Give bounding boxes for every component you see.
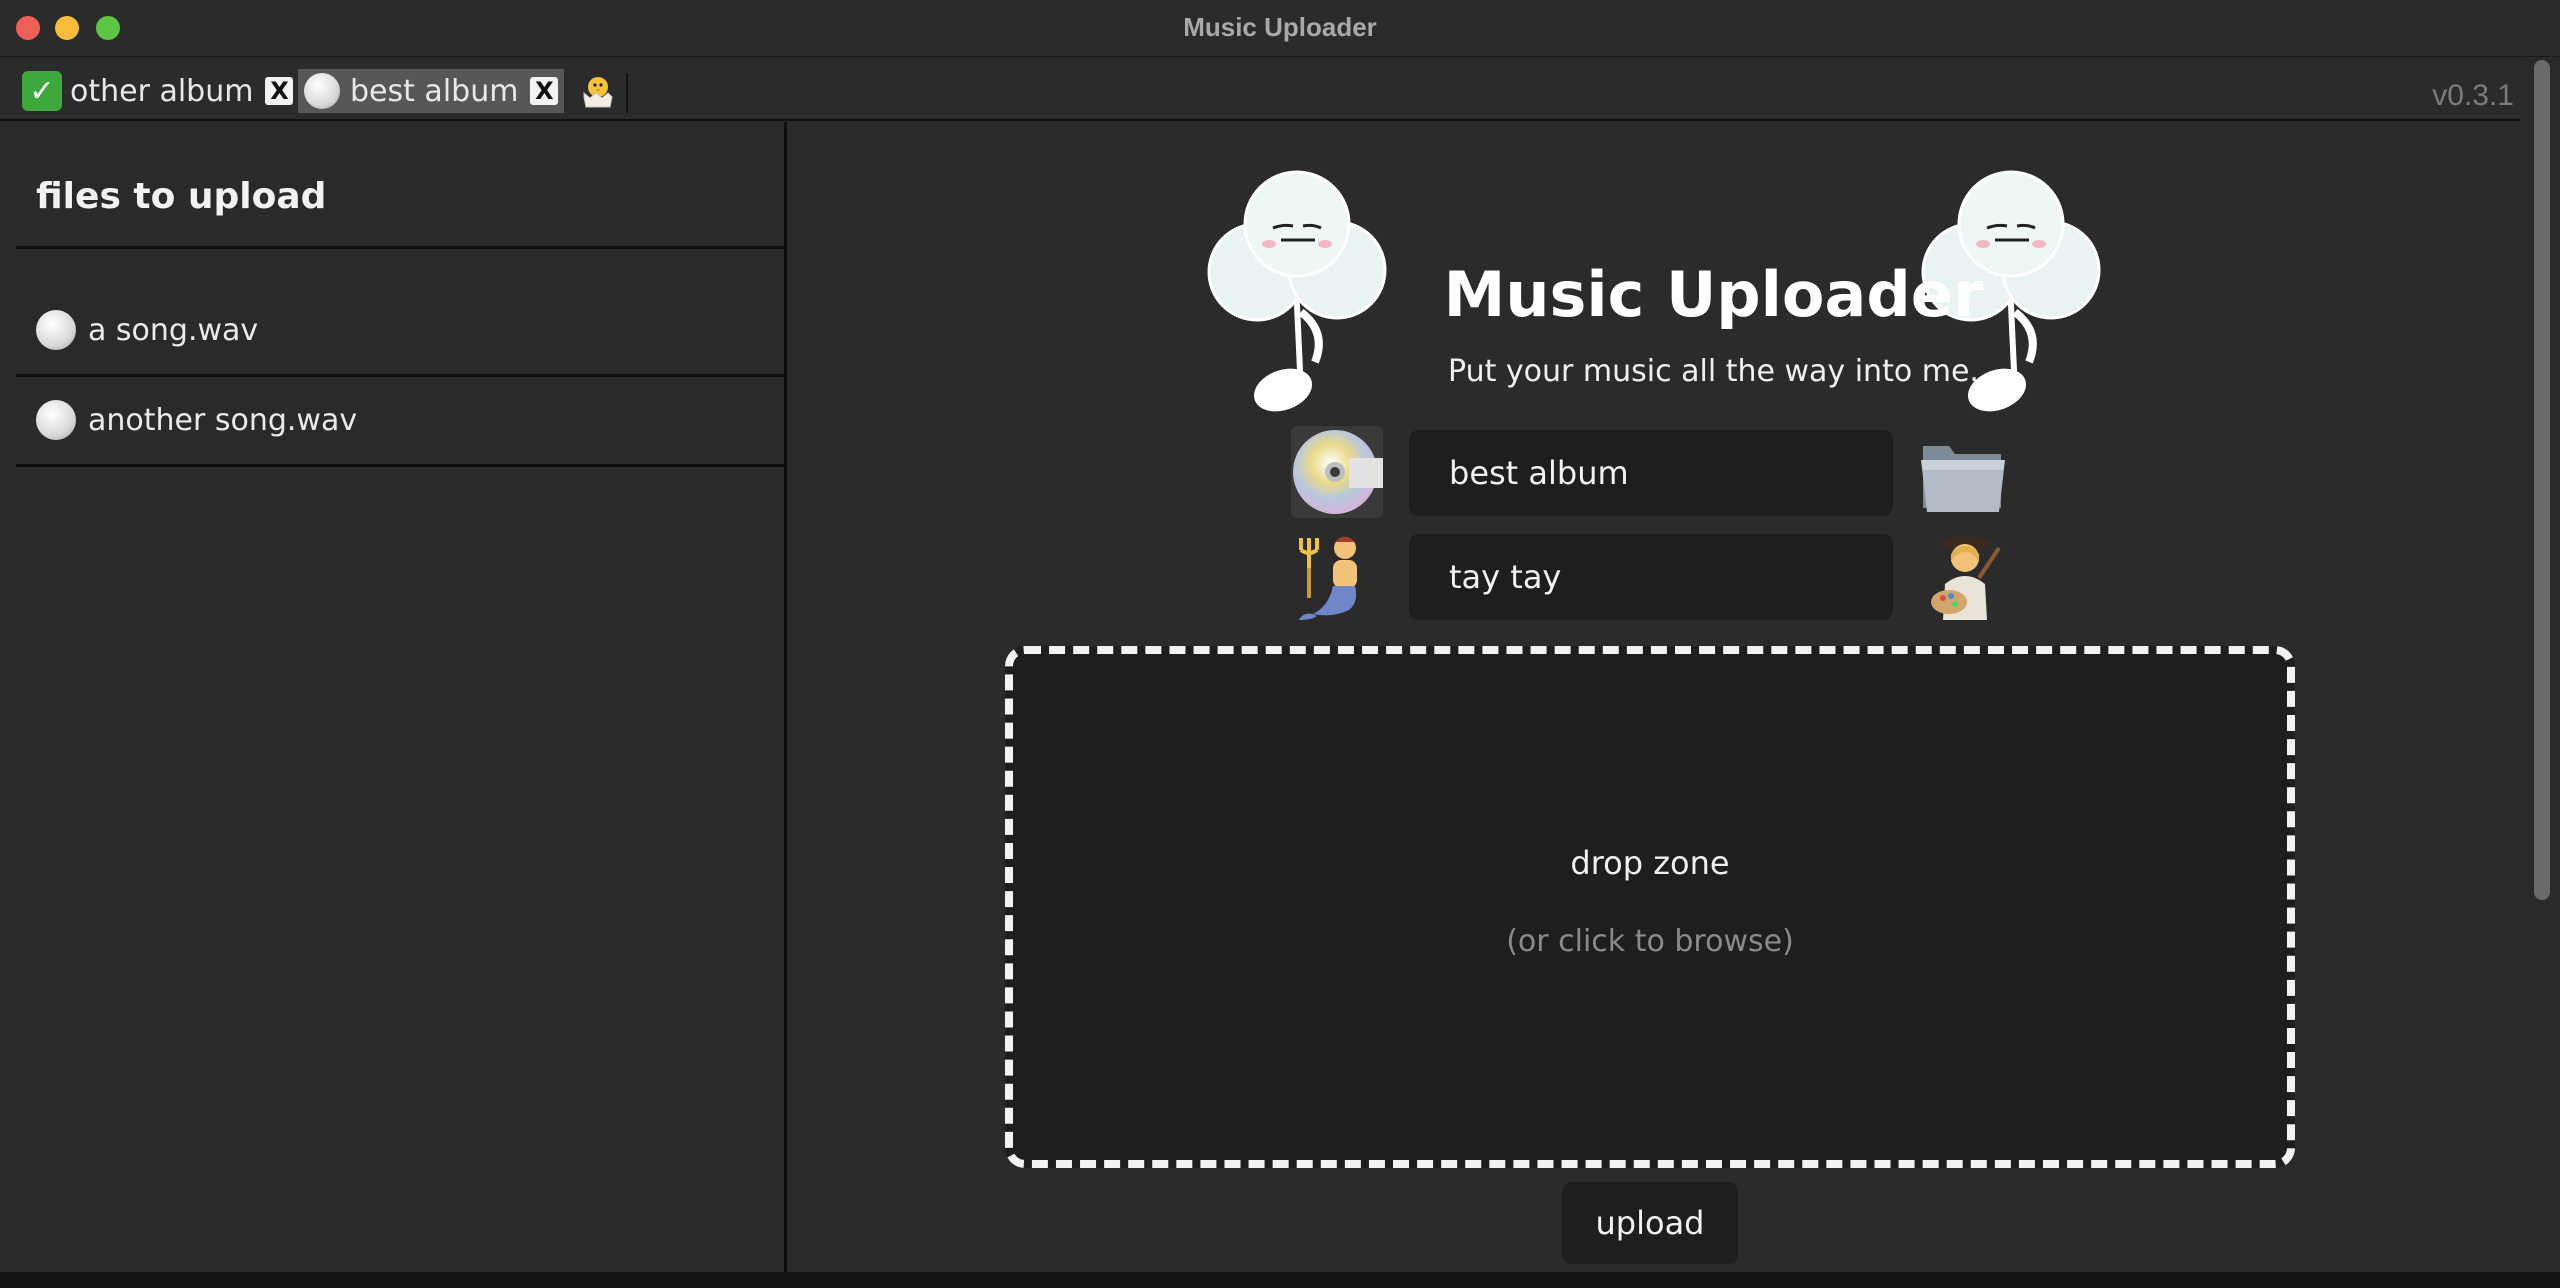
tab-best-album[interactable]: best album X (298, 69, 565, 113)
tab-label: best album (350, 73, 519, 109)
hatching-chick-icon[interactable] (572, 69, 624, 113)
artist-icon (1931, 536, 2001, 620)
close-tab-button[interactable]: X (530, 77, 559, 105)
divider (16, 464, 784, 467)
pending-status-icon (304, 73, 340, 109)
file-name: a song.wav (88, 312, 259, 348)
app-window: Music Uploader ✓ other album X best albu… (0, 0, 2560, 1288)
tab-other-album[interactable]: ✓ other album X (22, 69, 294, 113)
artist-name-input[interactable]: tay tay (1409, 534, 1893, 620)
sidebar-title: files to upload (36, 176, 327, 217)
file-item[interactable]: a song.wav (36, 300, 258, 360)
merman-icon (1299, 537, 1357, 620)
page-title: Music Uploader (1443, 258, 1984, 331)
file-name: another song.wav (88, 402, 358, 438)
drop-zone-title: drop zone (1570, 844, 1730, 882)
title-bar: Music Uploader (0, 0, 2560, 57)
window-bottom-edge (0, 1272, 2560, 1288)
tab-label: other album (70, 73, 254, 109)
main-panel: Music Uploader Put your music all the wa… (787, 122, 2520, 1272)
check-icon: ✓ (22, 71, 62, 111)
tab-bar: ✓ other album X best album X v0.3.1 (0, 57, 2520, 121)
scrollbar[interactable] (2534, 60, 2550, 1270)
drop-zone-hint: (or click to browse) (1506, 924, 1794, 959)
album-name-input[interactable]: best album (1409, 430, 1893, 516)
cd-icon (1291, 426, 1383, 518)
pending-status-icon (36, 310, 76, 350)
sidebar: files to upload a song.wav another song.… (16, 122, 787, 1272)
upload-button[interactable]: upload (1562, 1182, 1738, 1264)
divider (16, 374, 784, 377)
version-label: v0.3.1 (2432, 79, 2514, 112)
tab-separator (626, 73, 628, 113)
pending-status-icon (36, 400, 76, 440)
window-title: Music Uploader (1183, 12, 1377, 42)
folder-icon[interactable] (1915, 426, 2011, 522)
divider (16, 246, 784, 249)
drop-zone[interactable]: drop zone (or click to browse) (1005, 646, 2295, 1168)
close-tab-button[interactable]: X (265, 77, 294, 105)
file-item[interactable]: another song.wav (36, 390, 357, 450)
scrollbar-thumb[interactable] (2534, 60, 2550, 900)
page-subtitle: Put your music all the way into me. (1448, 354, 1979, 389)
